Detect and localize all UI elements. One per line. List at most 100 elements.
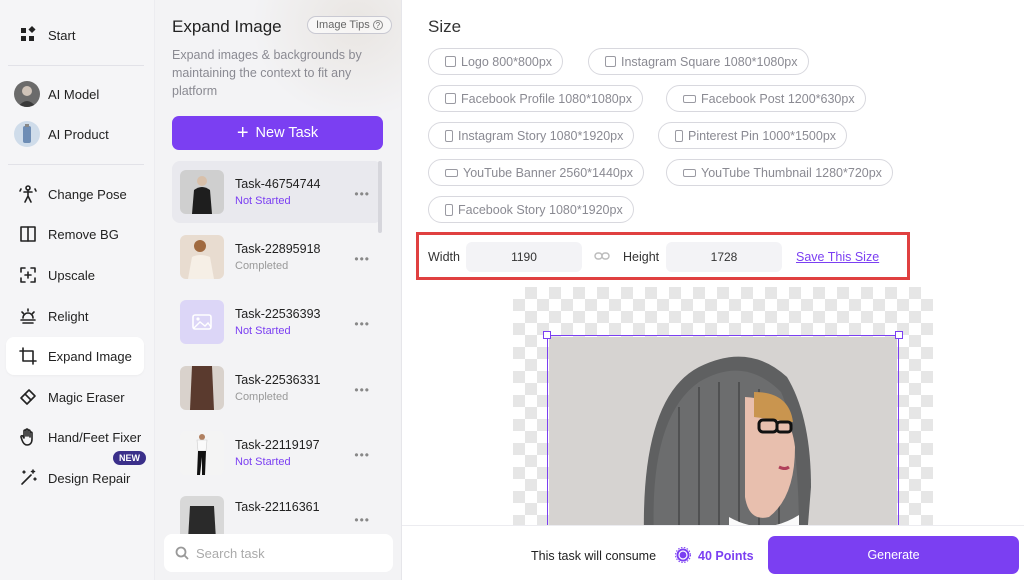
square-shape-icon: [605, 56, 616, 67]
new-task-button[interactable]: + New Task: [172, 116, 383, 150]
search-icon: [175, 546, 189, 560]
preset-instagram-square[interactable]: Instagram Square 1080*1080px: [588, 48, 809, 75]
question-icon: ?: [372, 20, 383, 30]
search-task-field[interactable]: Search task: [164, 534, 393, 572]
width-label: Width: [428, 250, 460, 264]
preset-logo[interactable]: Logo 800*800px: [428, 48, 564, 75]
nav-expand-image[interactable]: Expand Image: [6, 337, 144, 375]
nav-design-repair[interactable]: Design Repair NEW: [6, 451, 146, 497]
landscape-shape-icon: [683, 94, 696, 103]
nav-ai-product-label: AI Product: [48, 126, 109, 142]
points-value: 40 Points: [698, 549, 754, 563]
width-input[interactable]: 1190: [466, 242, 582, 272]
preset-pinterest-pin[interactable]: Pinterest Pin 1000*1500px: [658, 122, 848, 149]
height-input[interactable]: 1728: [666, 242, 782, 272]
main-panel: Size Logo 800*800px Instagram Square 108…: [402, 0, 1024, 580]
footer-bar: This task will consume 40 Points Generat…: [402, 525, 1024, 580]
image-tips-label: Image Tips: [316, 19, 370, 31]
preset-facebook-profile[interactable]: Facebook Profile 1080*1080px: [428, 85, 643, 112]
resize-handle[interactable]: [543, 331, 551, 339]
task-name: Task-22536331: [235, 373, 321, 387]
square-shape-icon: [445, 93, 456, 104]
task-panel-description: Expand images & backgrounds by maintaini…: [172, 48, 362, 98]
preset-instagram-story[interactable]: Instagram Story 1080*1920px: [428, 122, 635, 149]
remove-bg-icon: [16, 222, 40, 246]
nav-start[interactable]: Start: [6, 16, 144, 54]
selection-frame[interactable]: [547, 335, 899, 525]
nav-magic-eraser[interactable]: Magic Eraser: [6, 378, 144, 416]
portrait-shape-icon: [445, 203, 453, 216]
search-task-placeholder: Search task: [196, 545, 265, 561]
new-task-label: New Task: [255, 125, 319, 141]
nav-start-label: Start: [48, 27, 76, 43]
task-item[interactable]: Task-22536393 Not Started •••: [172, 291, 382, 353]
nav-upscale-label: Upscale: [48, 267, 95, 283]
more-options-icon[interactable]: •••: [354, 252, 370, 266]
image-tips-button[interactable]: Image Tips ?: [307, 16, 392, 34]
task-status: Not Started: [235, 195, 291, 207]
landscape-shape-icon: [683, 168, 696, 177]
nav-expand-image-label: Expand Image: [48, 348, 132, 364]
preset-label: YouTube Thumbnail 1280*720px: [701, 165, 882, 180]
save-this-size-link[interactable]: Save This Size: [796, 250, 879, 264]
task-list-scrollbar[interactable]: [378, 161, 382, 233]
resize-handle[interactable]: [895, 331, 903, 339]
preset-label: Logo 800*800px: [461, 54, 553, 69]
nav-change-pose[interactable]: Change Pose: [6, 175, 144, 213]
preset-label: YouTube Banner 2560*1440px: [463, 165, 634, 180]
pose-icon: [16, 182, 40, 206]
task-thumbnail: [180, 235, 224, 279]
task-thumbnail: [180, 300, 224, 344]
nav-ai-model[interactable]: AI Model: [6, 75, 144, 113]
crop-icon: [16, 344, 40, 368]
grid-icon: [16, 23, 40, 47]
preset-label: Facebook Profile 1080*1080px: [461, 91, 632, 106]
upscale-icon: [16, 263, 40, 287]
points-coin-icon: [675, 547, 691, 563]
preset-facebook-story[interactable]: Facebook Story 1080*1920px: [428, 196, 634, 223]
task-item[interactable]: Task-22895918 Completed •••: [172, 226, 382, 288]
more-options-icon[interactable]: •••: [354, 383, 370, 397]
task-name: Task-22119197: [235, 438, 320, 452]
task-thumbnail: [180, 170, 224, 214]
plus-icon: +: [236, 122, 249, 144]
portrait-shape-icon: [675, 129, 683, 142]
portrait-shape-icon: [445, 129, 453, 142]
task-name: Task-22536393: [235, 307, 321, 321]
task-item[interactable]: Task-22119197 Not Started •••: [172, 422, 382, 484]
task-item[interactable]: Task-46754744 Not Started •••: [172, 161, 382, 223]
nav-upscale[interactable]: Upscale: [6, 256, 144, 294]
task-thumbnail: [180, 366, 224, 410]
task-panel-title: Expand Image: [172, 17, 282, 36]
nav-ai-product[interactable]: AI Product: [6, 115, 144, 153]
hand-icon: [16, 425, 40, 449]
preset-label: Pinterest Pin 1000*1500px: [688, 128, 837, 143]
more-options-icon[interactable]: •••: [354, 317, 370, 331]
more-options-icon[interactable]: •••: [354, 513, 370, 527]
divider: [8, 65, 144, 66]
expand-canvas[interactable]: [513, 287, 933, 525]
preset-label: Instagram Story 1080*1920px: [458, 128, 624, 143]
preset-facebook-post[interactable]: Facebook Post 1200*630px: [666, 85, 866, 112]
task-item[interactable]: Task-22536331 Completed •••: [172, 357, 382, 419]
nav-design-repair-label: Design Repair: [48, 470, 131, 486]
nav-relight[interactable]: Relight: [6, 297, 144, 335]
task-status: Not Started: [235, 456, 291, 468]
landscape-shape-icon: [445, 168, 458, 177]
consume-text: This task will consume: [531, 549, 657, 563]
preset-youtube-banner[interactable]: YouTube Banner 2560*1440px: [428, 159, 645, 186]
nav-ai-model-label: AI Model: [48, 86, 100, 102]
task-status: Completed: [235, 391, 289, 403]
nav-hand-feet-fixer-label: Hand/Feet Fixer: [48, 429, 142, 445]
more-options-icon[interactable]: •••: [354, 187, 370, 201]
nav-remove-bg-label: Remove BG: [48, 226, 119, 242]
task-status: Not Started: [235, 325, 291, 337]
nav-remove-bg[interactable]: Remove BG: [6, 215, 144, 253]
nav-relight-label: Relight: [48, 308, 89, 324]
generate-button[interactable]: Generate: [768, 536, 1019, 574]
task-name: Task-46754744: [235, 177, 321, 191]
preset-youtube-thumbnail[interactable]: YouTube Thumbnail 1280*720px: [666, 159, 893, 186]
more-options-icon[interactable]: •••: [354, 448, 370, 462]
task-thumbnail: [180, 431, 224, 475]
link-icon[interactable]: [594, 250, 610, 262]
